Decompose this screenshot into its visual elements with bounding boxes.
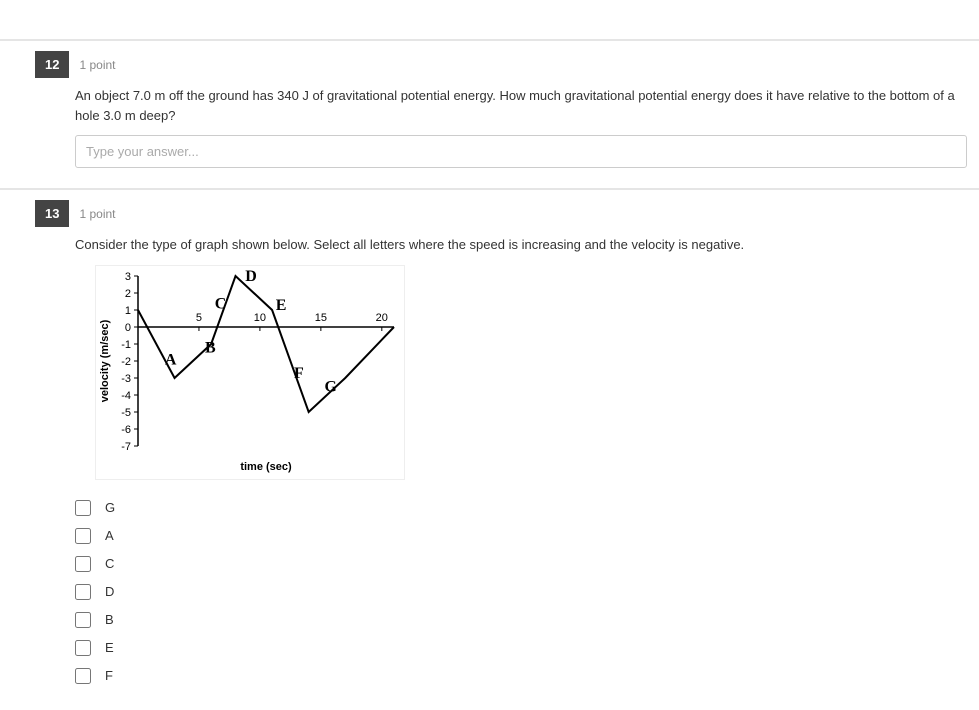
svg-text:0: 0	[125, 322, 131, 334]
option-label: B	[105, 612, 114, 627]
svg-text:20: 20	[376, 312, 388, 324]
svg-text:F: F	[294, 365, 304, 382]
options-list: GACDBEF	[75, 494, 979, 690]
svg-text:E: E	[276, 297, 287, 314]
option-label: F	[105, 668, 113, 683]
option-row[interactable]: D	[75, 578, 979, 606]
svg-text:-6: -6	[121, 424, 131, 436]
answer-input[interactable]	[75, 135, 967, 168]
svg-text:15: 15	[315, 312, 327, 324]
svg-text:C: C	[215, 295, 227, 312]
option-row[interactable]: G	[75, 494, 979, 522]
svg-text:-1: -1	[121, 339, 131, 351]
quiz-container: 12 1 point An object 7.0 m off the groun…	[0, 0, 979, 710]
svg-text:-5: -5	[121, 407, 131, 419]
option-row[interactable]: C	[75, 550, 979, 578]
question-number: 13	[35, 200, 69, 227]
svg-text:D: D	[245, 268, 257, 285]
question-13: 13 1 point Consider the type of graph sh…	[0, 189, 979, 710]
svg-text:G: G	[325, 378, 338, 395]
question-points: 1 point	[79, 207, 115, 221]
option-label: A	[105, 528, 114, 543]
svg-text:-3: -3	[121, 373, 131, 385]
option-row[interactable]: E	[75, 634, 979, 662]
svg-text:A: A	[165, 351, 177, 368]
svg-text:-4: -4	[121, 390, 131, 402]
top-spacer	[0, 0, 979, 40]
option-checkbox[interactable]	[75, 640, 91, 656]
question-text: An object 7.0 m off the ground has 340 J…	[75, 86, 979, 125]
option-checkbox[interactable]	[75, 584, 91, 600]
svg-text:B: B	[205, 339, 216, 356]
velocity-time-graph: 3210-1-2-3-4-5-6-75101520ABCDEFGtime (se…	[95, 265, 405, 480]
question-text: Consider the type of graph shown below. …	[75, 235, 979, 255]
svg-text:velocity (m/sec): velocity (m/sec)	[99, 319, 111, 402]
option-checkbox[interactable]	[75, 556, 91, 572]
question-header: 13 1 point	[35, 200, 979, 227]
question-12: 12 1 point An object 7.0 m off the groun…	[0, 40, 979, 189]
option-label: G	[105, 500, 115, 515]
option-row[interactable]: F	[75, 662, 979, 690]
svg-text:10: 10	[254, 312, 266, 324]
option-row[interactable]: B	[75, 606, 979, 634]
svg-text:5: 5	[196, 312, 202, 324]
svg-text:time (sec): time (sec)	[240, 461, 292, 473]
svg-text:1: 1	[125, 305, 131, 317]
option-label: E	[105, 640, 114, 655]
graph-svg: 3210-1-2-3-4-5-6-75101520ABCDEFGtime (se…	[96, 266, 404, 476]
option-label: D	[105, 584, 114, 599]
svg-text:3: 3	[125, 271, 131, 283]
svg-text:2: 2	[125, 288, 131, 300]
option-row[interactable]: A	[75, 522, 979, 550]
option-checkbox[interactable]	[75, 528, 91, 544]
svg-text:-2: -2	[121, 356, 131, 368]
option-checkbox[interactable]	[75, 612, 91, 628]
option-checkbox[interactable]	[75, 500, 91, 516]
answer-input-wrap	[75, 135, 967, 168]
option-checkbox[interactable]	[75, 668, 91, 684]
question-header: 12 1 point	[35, 51, 979, 78]
question-number: 12	[35, 51, 69, 78]
option-label: C	[105, 556, 114, 571]
svg-text:-7: -7	[121, 441, 131, 453]
question-points: 1 point	[79, 58, 115, 72]
